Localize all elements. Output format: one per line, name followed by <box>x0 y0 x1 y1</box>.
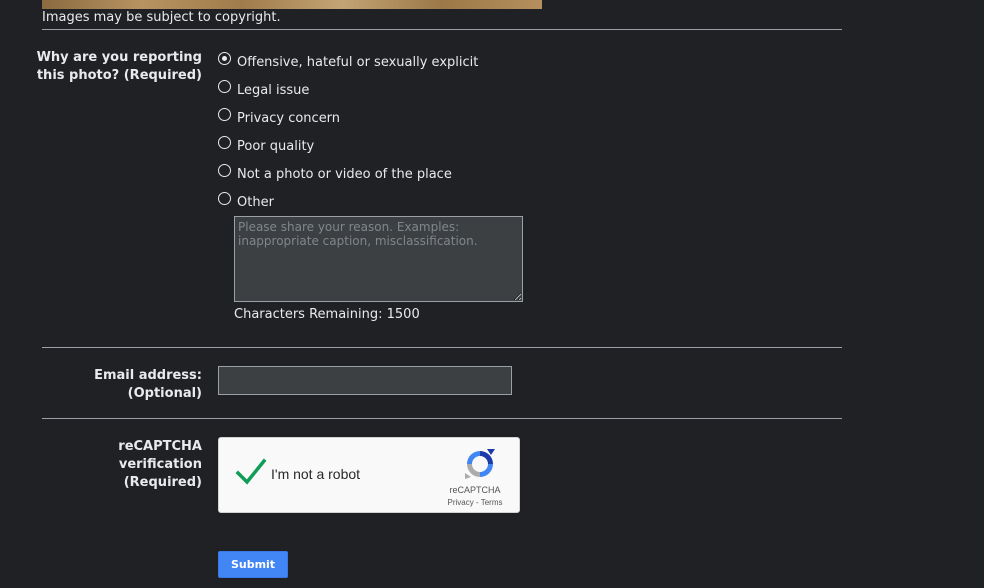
reason-textarea[interactable] <box>234 216 523 302</box>
recaptcha-privacy-terms-links[interactable]: Privacy - Terms <box>443 498 507 507</box>
recaptcha-label-line2: (Required) <box>123 475 202 490</box>
radio-option-label: Privacy concern <box>237 110 341 126</box>
radio-option-label: Not a photo or video of the place <box>237 166 452 182</box>
report-reason-label: Why are you reporting this photo? (Requi… <box>32 49 202 85</box>
report-reason-label-line2: this photo? (Required) <box>36 68 202 83</box>
characters-remaining: Characters Remaining: 1500 <box>234 307 420 322</box>
email-label-line1: Email address: <box>94 368 202 383</box>
divider <box>42 347 842 348</box>
recaptcha-checkbox-text: I'm not a robot <box>271 466 361 482</box>
radio-option-label: Other <box>237 194 274 210</box>
email-label: Email address: (Optional) <box>32 367 202 403</box>
radio-option-not-place[interactable]: Not a photo or video of the place <box>218 162 452 182</box>
email-field[interactable] <box>218 366 512 395</box>
report-reason-label-line1: Why are you reporting <box>36 50 202 65</box>
radio-option-quality[interactable]: Poor quality <box>218 134 314 154</box>
email-label-line2: (Optional) <box>127 386 202 401</box>
radio-option-offensive[interactable]: Offensive, hateful or sexually explicit <box>218 50 478 70</box>
radio-option-label: Legal issue <box>237 82 310 98</box>
radio-option-other[interactable]: Other <box>218 190 274 210</box>
submit-button[interactable]: Submit <box>218 551 288 578</box>
recaptcha-label: reCAPTCHA verification (Required) <box>32 438 202 492</box>
radio-icon[interactable] <box>218 107 231 121</box>
recaptcha-brand: reCAPTCHA <box>449 485 501 495</box>
radio-option-label: Offensive, hateful or sexually explicit <box>237 54 479 70</box>
radio-icon[interactable] <box>218 135 231 149</box>
photo-thumbnail[interactable] <box>42 0 542 9</box>
radio-icon[interactable] <box>218 51 231 65</box>
radio-option-legal[interactable]: Legal issue <box>218 78 309 98</box>
divider <box>42 418 842 419</box>
recaptcha-label-line1: reCAPTCHA verification <box>118 439 202 472</box>
divider <box>42 29 842 30</box>
checkmark-icon[interactable] <box>235 458 267 486</box>
recaptcha-logo-icon <box>465 449 495 479</box>
copyright-note: Images may be subject to copyright. <box>42 10 281 25</box>
radio-icon[interactable] <box>218 79 231 93</box>
recaptcha-widget: I'm not a robot reCAPTCHA Privacy - Term… <box>218 437 520 513</box>
radio-icon[interactable] <box>218 163 231 177</box>
radio-option-label: Poor quality <box>237 138 315 154</box>
radio-icon[interactable] <box>218 191 231 205</box>
radio-option-privacy[interactable]: Privacy concern <box>218 106 340 126</box>
